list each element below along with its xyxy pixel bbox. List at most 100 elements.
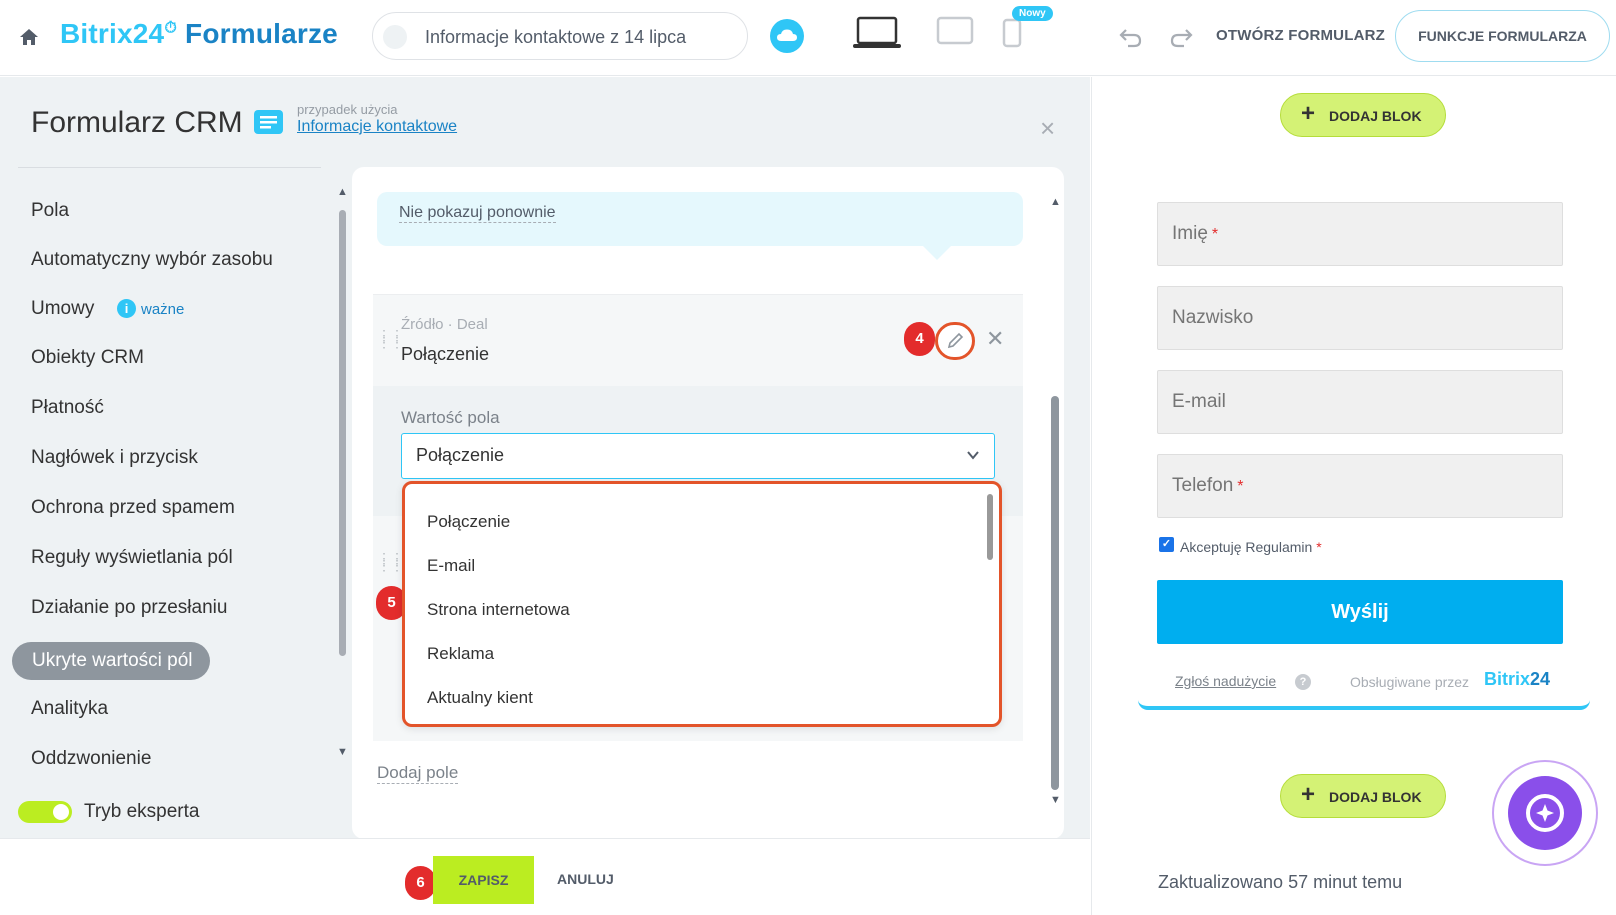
add-block-button[interactable]: + DODAJ BLOK xyxy=(1280,774,1446,818)
required-mark: * xyxy=(1316,539,1322,555)
terms-label: Akceptuję Regulamin * xyxy=(1180,539,1322,555)
use-case-link[interactable]: Informacje kontaktowe xyxy=(297,118,457,136)
sidebar-item-callback[interactable]: Oddzwonienie xyxy=(31,748,151,770)
logo-part-24: 24 xyxy=(1530,669,1551,689)
sidebar-item-after-submit[interactable]: Działanie po przesłaniu xyxy=(31,597,227,619)
remove-field-icon[interactable]: ✕ xyxy=(986,326,1004,352)
copilot-icon xyxy=(1508,776,1582,850)
brand-bitrix24: Bitrix24 xyxy=(60,18,165,49)
scroll-down-arrow-icon[interactable]: ▼ xyxy=(337,746,348,758)
report-abuse-link[interactable]: Zgłoś nadużycie xyxy=(1175,673,1276,689)
close-icon[interactable]: × xyxy=(1040,113,1055,144)
form-functions-button[interactable]: FUNKCJE FORMULARZA xyxy=(1395,10,1610,62)
sidebar-item-spam-protection[interactable]: Ochrona przed spamem xyxy=(31,497,235,519)
field-source: Źródło · Deal xyxy=(401,316,488,333)
field-name: Połączenie xyxy=(401,344,490,364)
add-block-label: DODAJ BLOK xyxy=(1329,789,1422,805)
scroll-down-arrow-icon[interactable]: ▼ xyxy=(1050,794,1061,806)
drag-handle-icon[interactable]: ⋮⋮ ⋮⋮ xyxy=(377,328,404,349)
sidebar-item-display-rules[interactable]: Reguły wyświetlania pól xyxy=(31,547,233,569)
option-advertising[interactable]: Reklama xyxy=(427,644,494,664)
bitrix24-logo: Bitrix24 xyxy=(1484,669,1550,690)
field-label: Imię xyxy=(1172,223,1208,244)
add-block-label: DODAJ BLOK xyxy=(1329,108,1422,124)
sidebar-item-analytics[interactable]: Analityka xyxy=(31,698,108,720)
field-label: Telefon xyxy=(1172,475,1234,496)
field-value-options: Połączenie E-mail Strona internetowa Rek… xyxy=(402,481,1002,727)
cancel-button[interactable]: ANULUJ xyxy=(557,871,614,887)
field-value-select[interactable]: Połączenie xyxy=(401,433,995,479)
selected-value: Połączenie xyxy=(416,445,505,465)
info-icon[interactable]: i xyxy=(117,299,136,318)
scrollbar-thumb[interactable] xyxy=(339,210,346,656)
add-block-button[interactable]: + DODAJ BLOK xyxy=(1280,93,1446,137)
add-field-link[interactable]: Dodaj pole xyxy=(377,763,459,784)
sidebar-item-header-button[interactable]: Nagłówek i przycisk xyxy=(31,447,198,469)
sidebar-item-crm-objects[interactable]: Obiekty CRM xyxy=(31,347,144,369)
sidebar-item-pola[interactable]: Pola xyxy=(31,200,69,222)
preview-field-last-name[interactable]: Nazwisko xyxy=(1157,286,1563,350)
copilot-button[interactable] xyxy=(1492,760,1598,866)
bottom-bar xyxy=(0,838,1090,915)
open-form-link[interactable]: OTWÓRZ FORMULARZ xyxy=(1216,27,1385,44)
required-mark: * xyxy=(1211,226,1219,243)
cloud-save-icon[interactable] xyxy=(770,19,804,53)
clock-icon: ⏱ xyxy=(164,19,178,37)
use-case-icon xyxy=(254,110,283,134)
expert-mode-label: Tryb eksperta xyxy=(84,801,200,822)
step-badge-4: 4 xyxy=(904,322,935,356)
tablet-view-icon[interactable] xyxy=(936,16,974,46)
updated-status: Zaktualizowano 57 minut temu xyxy=(1158,872,1403,892)
undo-icon[interactable] xyxy=(1118,24,1144,50)
pencil-icon xyxy=(947,332,964,349)
field-label: Nazwisko xyxy=(1172,307,1254,328)
page-title: Formularz CRM xyxy=(31,106,243,139)
hint-bubble-tail xyxy=(921,244,953,260)
chevron-down-icon xyxy=(967,451,979,460)
form-name-text: Informacje kontaktowe z 14 lipca xyxy=(425,27,687,47)
terms-checkbox[interactable]: ✓ xyxy=(1159,537,1174,552)
app-brand: Bitrix24⏱ Formularze xyxy=(60,18,338,50)
new-badge: Nowy xyxy=(1012,6,1053,21)
plus-icon: + xyxy=(1301,100,1316,127)
step-badge-6: 6 xyxy=(405,866,436,900)
form-name-field[interactable]: Informacje kontaktowe z 14 lipca xyxy=(372,12,748,60)
card-scrollbar[interactable]: ▲ ▼ xyxy=(1048,196,1062,806)
sidebar-item-payment[interactable]: Płatność xyxy=(31,397,104,419)
edit-field-button[interactable] xyxy=(935,322,975,360)
dont-show-again-link[interactable]: Nie pokazuj ponownie xyxy=(399,204,556,223)
use-case-caption: przypadek użycia xyxy=(297,102,398,117)
submit-button[interactable]: Wyślij xyxy=(1157,580,1563,644)
sidebar-scrollbar[interactable]: ▲ ▼ xyxy=(336,186,348,762)
logo-part-bitrix: Bitrix xyxy=(1484,669,1531,689)
scroll-up-arrow-icon[interactable]: ▲ xyxy=(337,186,348,198)
brand-formularze: Formularze xyxy=(185,18,338,49)
options-scrollbar[interactable] xyxy=(987,494,993,560)
scroll-up-arrow-icon[interactable]: ▲ xyxy=(1050,196,1061,208)
preview-field-email[interactable]: E-mail xyxy=(1157,370,1563,434)
sidebar-item-auto-resource[interactable]: Automatyczny wybór zasobu xyxy=(31,249,273,271)
drag-handle-icon[interactable]: ⋮⋮ ⋮⋮ xyxy=(377,551,404,572)
option-current-client[interactable]: Aktualny kient xyxy=(427,688,533,708)
option-email[interactable]: E-mail xyxy=(427,556,475,576)
sidebar-item-hidden-values[interactable]: Ukryte wartości pól xyxy=(12,642,210,680)
expert-mode-toggle[interactable] xyxy=(18,801,72,823)
terms-text: Akceptuję Regulamin xyxy=(1180,539,1313,555)
redo-icon[interactable] xyxy=(1168,24,1194,50)
save-button[interactable]: ZAPISZ xyxy=(433,856,534,904)
preview-field-first-name[interactable]: Imię * xyxy=(1157,202,1563,266)
important-link[interactable]: ważne xyxy=(141,301,184,318)
top-bar: Bitrix24⏱ Formularze Informacje kontaktow… xyxy=(0,0,1616,76)
sidebar-item-umowy[interactable]: Umowy xyxy=(31,298,94,320)
option-website[interactable]: Strona internetowa xyxy=(427,600,570,620)
mobile-view-icon[interactable] xyxy=(1002,18,1022,48)
sidebar-item-label: Ukryte wartości pól xyxy=(32,650,193,671)
field-label: E-mail xyxy=(1172,391,1226,412)
home-icon[interactable] xyxy=(18,26,40,48)
option-polaczenie[interactable]: Połączenie xyxy=(427,512,510,532)
scrollbar-thumb[interactable] xyxy=(1051,396,1059,790)
help-icon[interactable]: ? xyxy=(1295,674,1311,690)
preview-field-phone[interactable]: Telefon * xyxy=(1157,454,1563,518)
desktop-view-icon[interactable] xyxy=(852,16,902,50)
plus-icon: + xyxy=(1301,781,1316,808)
